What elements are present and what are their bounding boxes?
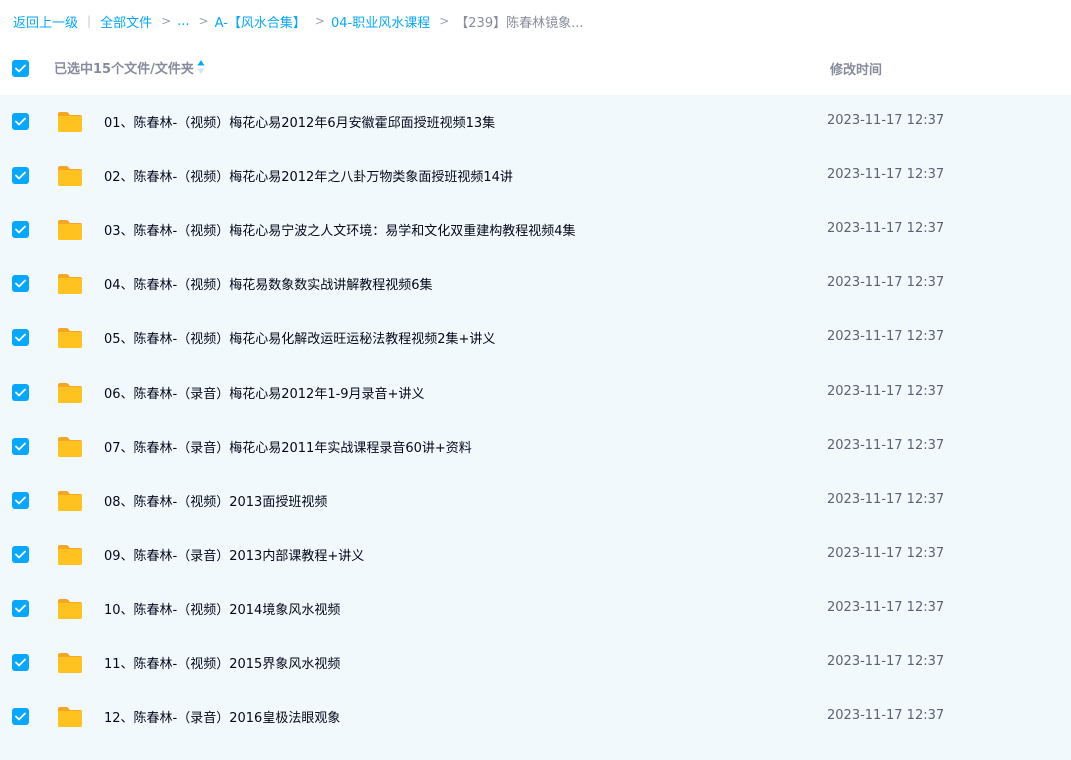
modified-time: 2023-11-17 12:37	[827, 545, 945, 561]
modified-time: 2023-11-17 12:37	[827, 113, 945, 128]
chevron-right-icon: >	[314, 14, 325, 28]
modified-time: 2023-11-17 12:37	[827, 437, 945, 453]
check-icon	[15, 442, 26, 450]
row-checkbox[interactable]	[12, 491, 29, 509]
folder-icon	[58, 436, 82, 457]
list-item[interactable]: 12、陈春林-（录音）2016皇极法眼观象 2023-11-17 12:37	[0, 690, 1071, 744]
folder-icon	[58, 598, 82, 619]
breadcrumb-ellipsis[interactable]: ...	[177, 14, 189, 29]
file-name[interactable]: 10、陈春林-（视频）2014境象风水视频	[104, 599, 340, 618]
back-link[interactable]: 返回上一级	[13, 12, 78, 31]
modified-time: 2023-11-17 12:37	[827, 167, 945, 183]
file-name[interactable]: 09、陈春林-（录音）2013内部课教程+讲义	[104, 545, 364, 564]
modified-time: 2023-11-17 12:37	[827, 383, 945, 399]
check-icon	[15, 117, 26, 126]
file-name[interactable]: 06、陈春林-（录音）梅花心易2012年1-9月录音+讲义	[104, 383, 424, 402]
file-name[interactable]: 04、陈春林-（视频）梅花易数象数实战讲解教程视频6集	[104, 274, 433, 293]
check-icon	[15, 64, 26, 73]
list-item[interactable]: 09、陈春林-（录音）2013内部课教程+讲义 2023-11-17 12:37	[0, 528, 1071, 582]
list-item[interactable]: 01、陈春林-（视频）梅花心易2012年6月安徽霍邱面授班视频13集 2023-1…	[0, 95, 1071, 149]
file-list: 01、陈春林-（视频）梅花心易2012年6月安徽霍邱面授班视频13集 2023-1…	[0, 95, 1071, 760]
file-name[interactable]: 08、陈春林-（视频）2013面授班视频	[104, 491, 327, 510]
modified-time: 2023-11-17 12:37	[827, 329, 945, 345]
file-name[interactable]: 03、陈春林-（视频）梅花心易宁波之人文环境：易学和文化双重建构教程视频4集	[104, 220, 576, 239]
list-item[interactable]: 11、陈春林-（视频）2015界象风水视频 2023-11-17 12:37	[0, 636, 1071, 690]
list-header: 已选中15个文件/文件夹 修改时间	[0, 48, 1071, 88]
check-icon	[15, 712, 26, 721]
file-name[interactable]: 11、陈春林-（视频）2015界象风水视频	[104, 653, 340, 672]
list-item[interactable]: 07、陈春林-（录音）梅花心易2011年实战课程录音60讲+资料 2023-11-…	[0, 420, 1071, 474]
list-item[interactable]: 10、陈春林-（视频）2014境象风水视频 2023-11-17 12:37	[0, 582, 1071, 636]
breadcrumb-career-course[interactable]: 04-职业风水课程	[331, 12, 430, 31]
file-name[interactable]: 01、陈春林-（视频）梅花心易2012年6月安徽霍邱面授班视频13集	[104, 112, 495, 131]
list-item[interactable]: 03、陈春林-（视频）梅花心易宁波之人文环境：易学和文化双重建构教程视频4集 20…	[0, 203, 1071, 257]
folder-icon	[58, 653, 82, 673]
folder-icon	[58, 166, 82, 187]
list-item[interactable]: 02、陈春林-（视频）梅花心易2012年之八卦万物类象面授班视频14讲 2023-…	[0, 149, 1071, 203]
modified-time: 2023-11-17 12:37	[827, 654, 945, 669]
modified-time: 2023-11-17 12:37	[827, 708, 945, 724]
row-checkbox[interactable]	[12, 708, 29, 726]
file-manager-page: 返回上一级 | 全部文件 > ... > A-【风水合集】 > 04-职业风水课…	[0, 0, 1071, 760]
list-item[interactable]: 04、陈春林-（视频）梅花易数象数实战讲解教程视频6集 2023-11-17 12…	[0, 257, 1071, 311]
breadcrumb-divider: |	[87, 14, 92, 28]
row-checkbox[interactable]	[12, 221, 29, 239]
file-name[interactable]: 12、陈春林-（录音）2016皇极法眼观象	[104, 707, 340, 726]
folder-icon	[58, 490, 82, 511]
check-icon	[15, 225, 26, 234]
folder-icon	[58, 707, 82, 728]
chevron-right-icon: >	[439, 14, 450, 28]
list-item[interactable]: 08、陈春林-（视频）2013面授班视频 2023-11-17 12:37	[0, 474, 1071, 528]
modified-time: 2023-11-17 12:37	[827, 491, 945, 507]
row-checkbox[interactable]	[12, 275, 29, 293]
check-icon	[15, 604, 26, 613]
breadcrumb-feng-shui-collection[interactable]: A-【风水合集】	[215, 12, 306, 31]
check-icon	[15, 333, 26, 342]
row-checkbox[interactable]	[12, 599, 29, 617]
modified-time-column-header[interactable]: 修改时间	[830, 59, 882, 78]
row-checkbox[interactable]	[12, 437, 29, 455]
row-checkbox[interactable]	[12, 654, 29, 671]
modified-time: 2023-11-17 12:37	[827, 275, 945, 291]
folder-icon	[58, 382, 82, 403]
check-icon	[15, 550, 26, 559]
check-icon	[15, 171, 26, 180]
check-icon	[15, 388, 26, 396]
check-icon	[15, 279, 26, 288]
row-checkbox[interactable]	[12, 113, 29, 130]
row-checkbox[interactable]	[12, 329, 29, 347]
list-item[interactable]: 06、陈春林-（录音）梅花心易2012年1-9月录音+讲义 2023-11-17 …	[0, 366, 1071, 420]
sort-icon[interactable]	[196, 59, 206, 75]
folder-icon	[58, 112, 82, 132]
file-name[interactable]: 02、陈春林-（视频）梅花心易2012年之八卦万物类象面授班视频14讲	[104, 166, 513, 185]
chevron-right-icon: >	[198, 14, 209, 28]
modified-time: 2023-11-17 12:37	[827, 599, 945, 615]
check-icon	[15, 658, 26, 667]
file-name[interactable]: 07、陈春林-（录音）梅花心易2011年实战课程录音60讲+资料	[104, 437, 472, 456]
breadcrumb-all-files[interactable]: 全部文件	[100, 12, 152, 31]
breadcrumb-current-folder: 【239】陈春林镜象...	[455, 15, 584, 31]
list-item[interactable]: 05、陈春林-（视频）梅花心易化解改运旺运秘法教程视频2集+讲义 2023-11-…	[0, 311, 1071, 365]
selected-count-label: 已选中15个文件/文件夹	[54, 62, 194, 77]
folder-icon	[58, 544, 82, 565]
folder-icon	[58, 328, 82, 349]
modified-time: 2023-11-17 12:37	[827, 221, 945, 237]
check-icon	[15, 496, 26, 505]
folder-icon	[58, 274, 82, 295]
file-name[interactable]: 05、陈春林-（视频）梅花心易化解改运旺运秘法教程视频2集+讲义	[104, 328, 495, 347]
chevron-right-icon: >	[161, 14, 172, 28]
row-checkbox[interactable]	[12, 167, 29, 185]
row-checkbox[interactable]	[12, 545, 29, 563]
breadcrumb: 返回上一级 | 全部文件 > ... > A-【风水合集】 > 04-职业风水课…	[13, 11, 584, 31]
select-all-checkbox[interactable]	[12, 60, 29, 77]
row-checkbox[interactable]	[12, 383, 29, 401]
folder-icon	[58, 220, 82, 241]
